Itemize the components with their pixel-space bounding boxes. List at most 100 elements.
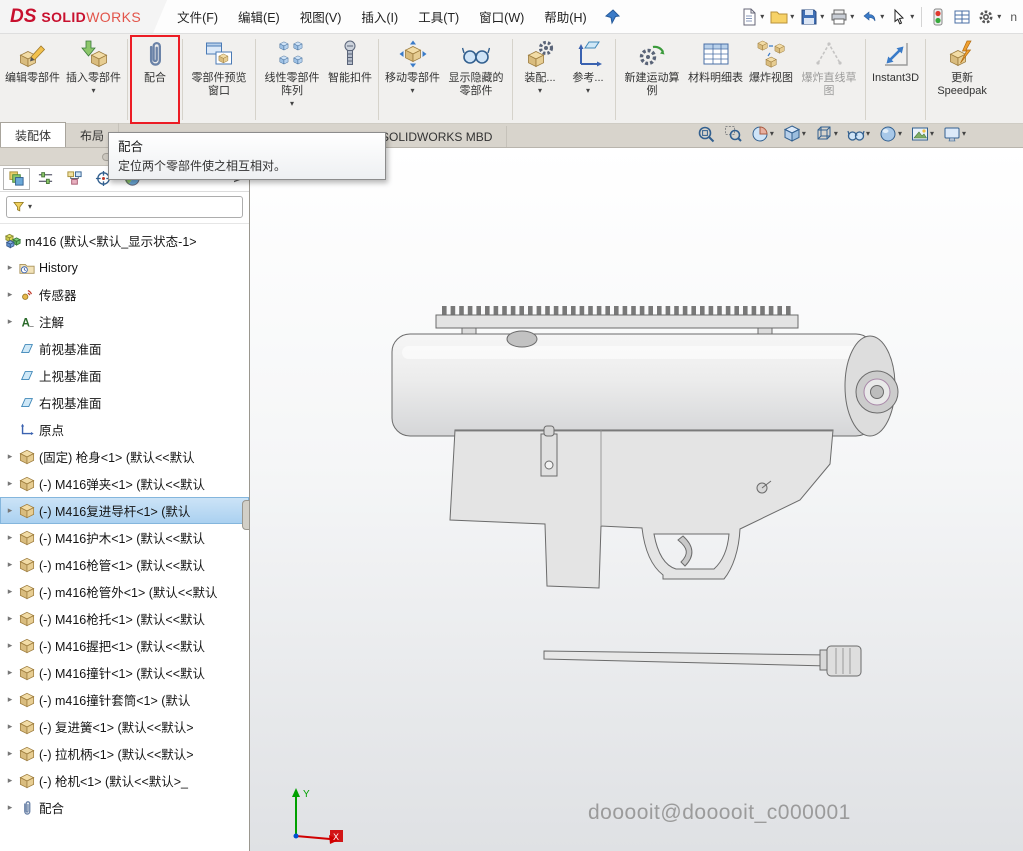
tree-item[interactable]: ▸(-) m416撞针套筒<1> (默认 [0,686,249,713]
edit-appearance-button[interactable]: ▾ [877,124,904,144]
tree-item[interactable]: ▸传感器 [0,281,249,308]
show-hidden-components-button[interactable]: 显示隐藏的零部件 [443,36,509,123]
edit-component-button[interactable]: 编辑零部件 [2,36,63,123]
explode-line-sketch-button[interactable]: 爆炸直线草图 [796,36,862,123]
expand-arrow[interactable]: ▸ [5,289,15,300]
tree-root-item[interactable]: m416 (默认<默认_显示状态-1> [0,227,249,254]
tree-item[interactable]: 前视基准面 [0,335,249,362]
assembly-features-button[interactable]: 装配...▾ [516,36,564,123]
move-component-button[interactable]: 移动零部件▾ [382,36,443,123]
pin-toolbar-icon[interactable] [603,8,621,26]
tab-solidworks-mbd[interactable]: SOLIDWORKS MBD [367,126,507,147]
panel-splitter-handle[interactable] [242,500,250,530]
component-preview-window-button[interactable]: 零部件预览窗口 [186,36,252,123]
tree-item[interactable]: ▸(-) M416撞针<1> (默认<<默认 [0,659,249,686]
tree-item[interactable]: ▸(-) m416枪管<1> (默认<<默认 [0,551,249,578]
menu-item[interactable]: 窗口(W) [469,0,534,33]
tree-item[interactable]: ▸(-) M416弹夹<1> (默认<<默认 [0,470,249,497]
menu-item[interactable]: 帮助(H) [534,0,596,33]
exploded-view-button[interactable]: 爆炸视图 [746,36,796,123]
menu-item[interactable]: 文件(F) [167,0,228,33]
tree-item[interactable]: ▸(-) M416复进导杆<1> (默认 [0,497,249,524]
expand-arrow[interactable]: ▸ [5,721,15,732]
featuremanager-tab[interactable] [3,168,30,190]
guide-rod[interactable] [544,646,861,676]
new-document-button[interactable]: ▾ [737,6,767,28]
overflow-indicator[interactable]: n [1004,10,1019,24]
view-settings-button[interactable]: ▾ [941,124,968,144]
graphics-viewport[interactable]: Y X dooooit@dooooit_c000001 [250,148,1023,851]
trigger[interactable] [678,536,692,566]
print-button[interactable]: ▾ [827,6,857,28]
tree-item[interactable]: 原点 [0,416,249,443]
insert-component-button[interactable]: 插入零部件▾ [63,36,124,123]
expand-arrow[interactable]: ▸ [5,505,15,516]
expand-arrow[interactable]: ▸ [5,559,15,570]
bolt-catch[interactable] [541,434,557,476]
reference-geometry-button[interactable]: 参考...▾ [564,36,612,123]
menu-item[interactable]: 编辑(E) [228,0,290,33]
open-document-button[interactable]: ▾ [767,6,797,28]
tree-item[interactable]: ▸(-) 复进簧<1> (默认<<默认> [0,713,249,740]
tree-item[interactable]: ▸(-) 枪机<1> (默认<<默认>_ [0,767,249,794]
menu-item[interactable]: 视图(V) [290,0,352,33]
expand-arrow[interactable]: ▸ [5,640,15,651]
expand-arrow[interactable]: ▸ [5,802,15,813]
file-properties-button[interactable] [950,6,974,28]
zoom-to-area-button[interactable] [722,124,744,144]
section-view-button[interactable]: ▾ [749,124,776,144]
expand-arrow[interactable]: ▸ [5,613,15,624]
zoom-to-fit-button[interactable] [695,124,717,144]
tree-item[interactable]: ▸(-) M416握把<1> (默认<<默认 [0,632,249,659]
filter-funnel-icon[interactable] [12,200,26,214]
tree-item[interactable]: ▸(-) M416枪托<1> (默认<<默认 [0,605,249,632]
hide-show-items-button[interactable]: ▾ [845,124,872,144]
linear-component-pattern-button[interactable]: 线性零部件阵列▾ [259,36,325,123]
configurationmanager-tab[interactable] [61,168,88,190]
tree-item[interactable]: ▸配合 [0,794,249,821]
expand-arrow[interactable]: ▸ [5,748,15,759]
tree-item[interactable]: ▸History [0,254,249,281]
part-icon [19,746,35,762]
apply-scene-button[interactable]: ▾ [909,124,936,144]
rebuild-button[interactable] [926,6,950,28]
tree-item[interactable]: 上视基准面 [0,362,249,389]
expand-arrow[interactable]: ▸ [5,532,15,543]
instant3d-button[interactable]: Instant3D [869,36,922,123]
save-button[interactable]: ▾ [797,6,827,28]
tree-item[interactable]: ▸(-) 拉机柄<1> (默认<<默认> [0,740,249,767]
display-style-button[interactable]: ▾ [813,124,840,144]
expand-arrow[interactable]: ▸ [5,316,15,327]
view-orientation-button[interactable]: ▾ [781,124,808,144]
filter-box[interactable]: ▾ [6,196,243,218]
filter-dropdown-caret[interactable]: ▾ [28,203,32,211]
propertymanager-tab[interactable] [32,168,59,190]
expand-arrow[interactable]: ▸ [5,694,15,705]
update-speedpak-button[interactable]: 更新 Speedpak [929,36,995,123]
expand-arrow[interactable]: ▸ [5,262,15,273]
expand-arrow[interactable]: ▸ [5,478,15,489]
bill-of-materials-button[interactable]: 材料明细表 [685,36,746,123]
smart-fasteners-button[interactable]: 智能扣件 [325,36,375,123]
expand-arrow[interactable]: ▸ [5,667,15,678]
filter-input[interactable] [34,200,237,214]
assembly-model[interactable] [378,298,918,698]
select-button[interactable]: ▾ [887,6,917,28]
new-motion-study-button[interactable]: 新建运动算例 [619,36,685,123]
tree-item[interactable]: ▸注解 [0,308,249,335]
mate-button[interactable]: 配合 [131,36,179,123]
expand-arrow[interactable]: ▸ [5,586,15,597]
expand-arrow[interactable]: ▸ [5,451,15,462]
tree-item[interactable]: ▸(-) m416枪管外<1> (默认<<默认 [0,578,249,605]
tree-item[interactable]: 右视基准面 [0,389,249,416]
lower-receiver[interactable] [450,430,833,588]
top-rail[interactable] [436,315,798,328]
options-button[interactable]: ▾ [974,6,1004,28]
menu-item[interactable]: 工具(T) [408,0,469,33]
undo-button[interactable]: ▾ [857,6,887,28]
tree-item[interactable]: ▸(-) M416护木<1> (默认<<默认 [0,524,249,551]
menu-item[interactable]: 插入(I) [351,0,408,33]
expand-arrow[interactable]: ▸ [5,775,15,786]
tab-assembly[interactable]: 装配体 [0,122,66,147]
tree-item[interactable]: ▸(固定) 枪身<1> (默认<<默认 [0,443,249,470]
